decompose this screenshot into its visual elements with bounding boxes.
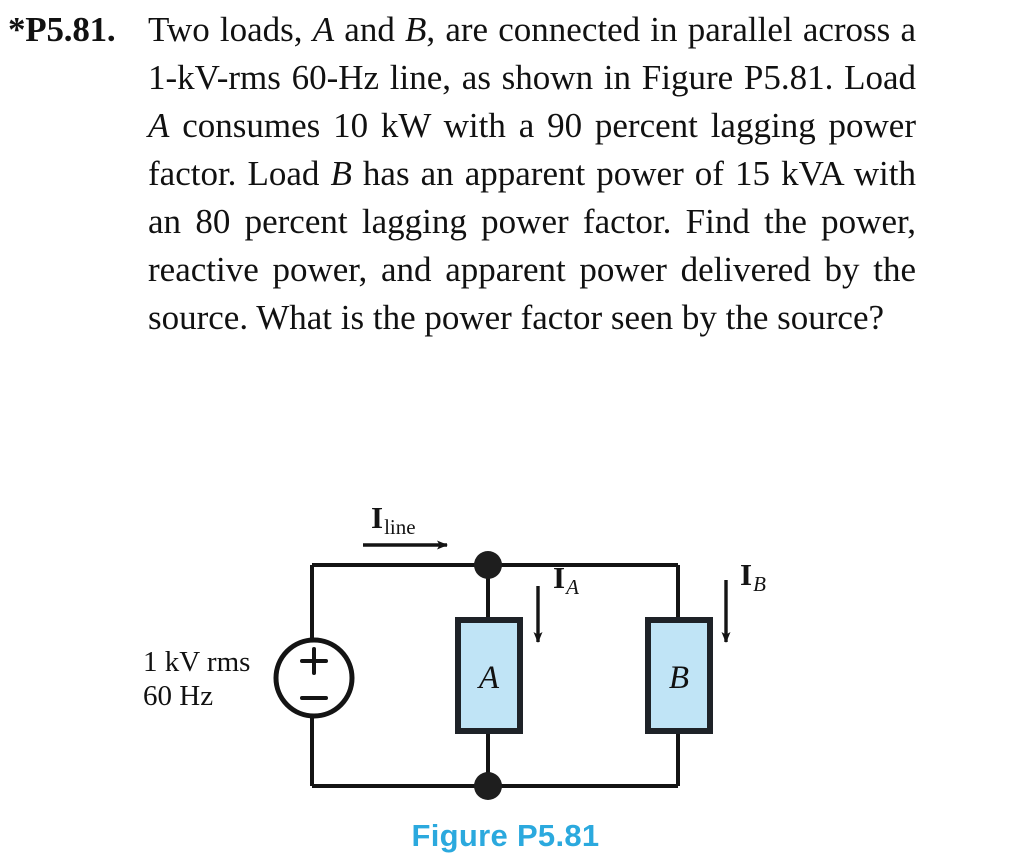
figure-p5-81: 1 kV rms 60 Hz Iline IA IB A B Figure P5… xyxy=(0,470,1011,856)
current-label-i-b: IB xyxy=(740,557,766,597)
current-label-i-a-base: I xyxy=(553,560,566,595)
source-voltage-label: 1 kV rms xyxy=(143,646,251,678)
problem-number: *P5.81. xyxy=(8,10,116,49)
problem-text-run-0: Two loads, xyxy=(148,10,313,49)
source-frequency-label: 60 Hz xyxy=(143,680,214,712)
current-label-i-b-base: I xyxy=(740,557,753,592)
current-label-i-line: Iline xyxy=(371,500,416,540)
problem-text-run-3: B xyxy=(405,10,427,49)
textbook-problem-page: *P5.81. Two loads, A and B, are connecte… xyxy=(0,0,1011,856)
node-dot-bottom xyxy=(474,772,502,800)
current-label-i-a: IA xyxy=(553,560,579,600)
current-label-i-line-base: I xyxy=(371,500,384,535)
load-b-letter: B xyxy=(668,660,690,696)
problem-text-run-1: A xyxy=(312,10,335,49)
problem-text-run-5: A xyxy=(148,106,170,145)
current-label-i-b-sub: B xyxy=(753,572,766,597)
problem-body-text: Two loads, A and B, are connected in par… xyxy=(148,6,916,342)
load-a-letter: A xyxy=(478,660,500,696)
problem-text-run-7: B xyxy=(330,154,352,193)
figure-caption: Figure P5.81 xyxy=(411,818,600,853)
problem-text-run-2: and xyxy=(334,10,406,49)
node-dot-top xyxy=(474,551,502,579)
current-label-i-line-sub: line xyxy=(384,515,416,540)
voltage-source-symbol xyxy=(273,637,355,719)
current-label-i-a-sub: A xyxy=(566,575,579,600)
